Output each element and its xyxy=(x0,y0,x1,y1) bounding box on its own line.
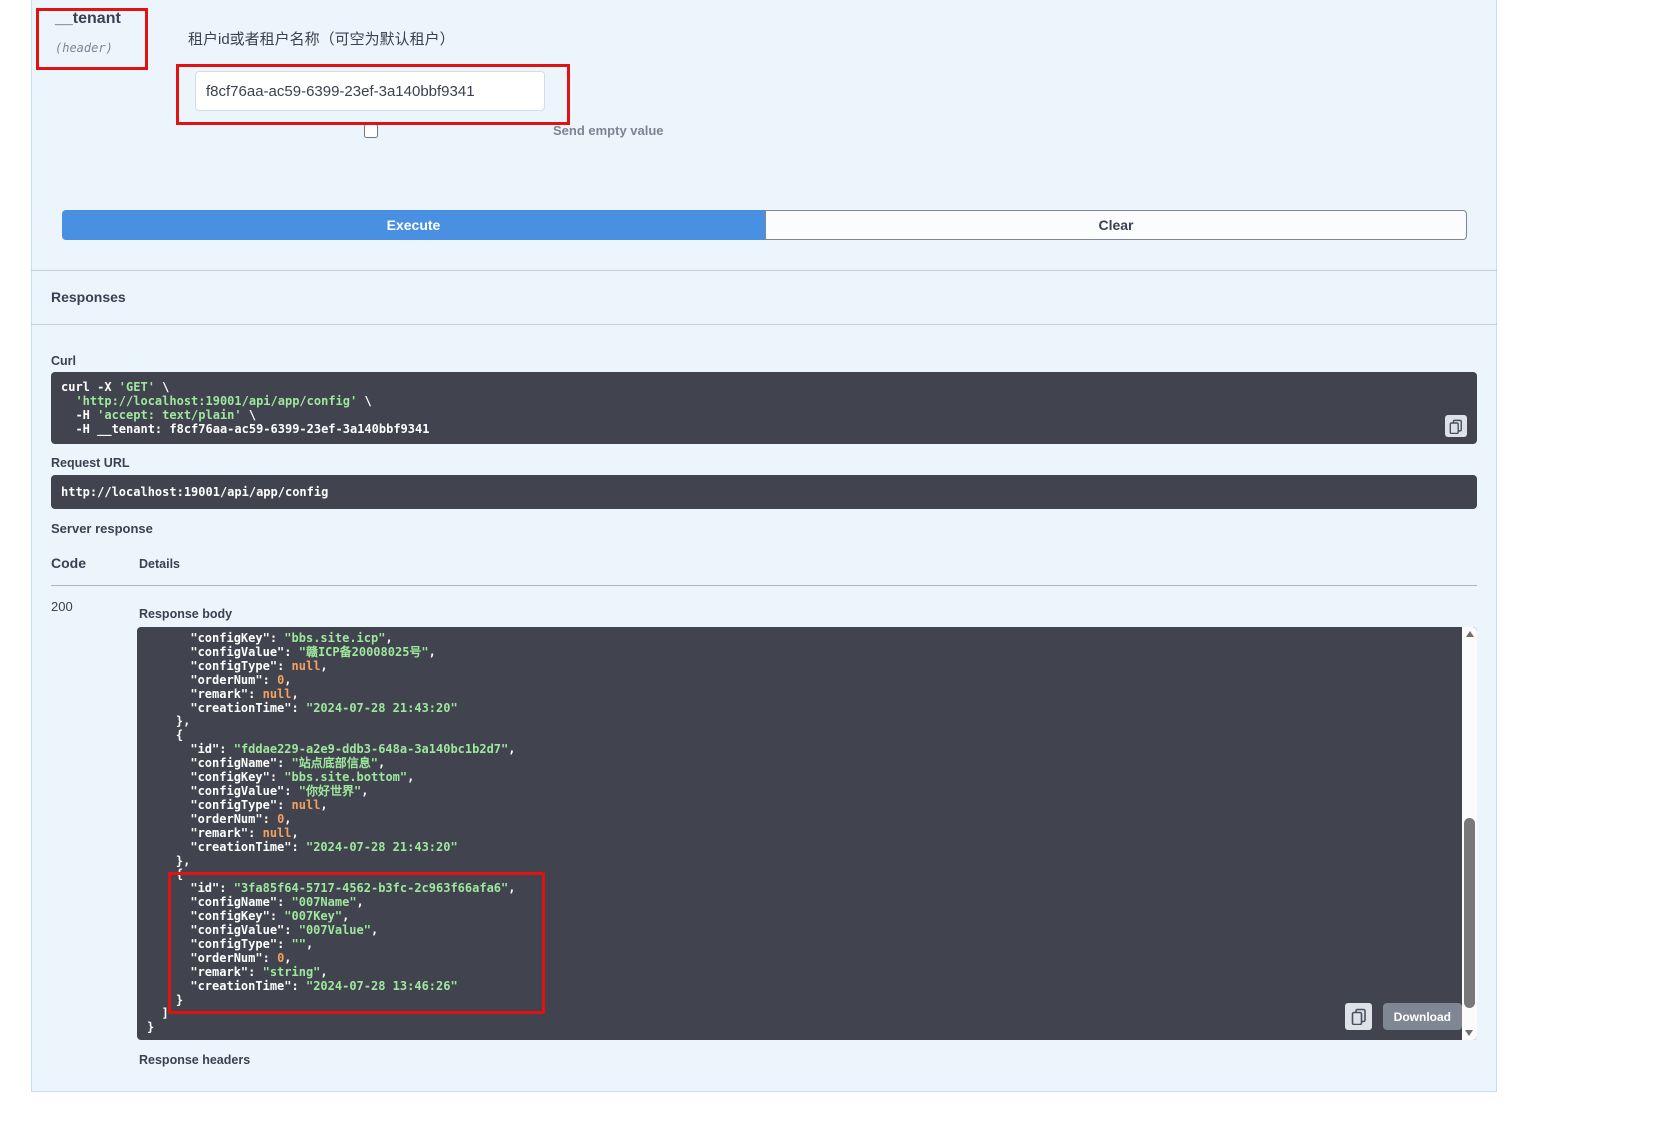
responses-section-title: Responses xyxy=(51,289,126,305)
scrollbar-thumb[interactable] xyxy=(1464,818,1475,1008)
send-empty-value-label: Send empty value xyxy=(553,123,664,138)
request-url-label: Request URL xyxy=(51,456,129,470)
clipboard-icon xyxy=(1351,1008,1367,1025)
response-scrollbar[interactable] xyxy=(1462,627,1477,1040)
code-column-header: Code xyxy=(51,555,86,571)
scrollbar-down-arrow-icon[interactable] xyxy=(1465,1030,1473,1036)
swagger-ui-page: __tenant (header) 租户id或者租户名称（可空为默认租户） Se… xyxy=(0,0,1667,1140)
details-column-header: Details xyxy=(139,557,180,571)
send-empty-value-checkbox[interactable] xyxy=(364,124,378,138)
response-headers-label: Response headers xyxy=(139,1053,250,1067)
curl-label: Curl xyxy=(51,354,76,368)
curl-command-block: curl -X 'GET' \ 'http://localhost:19001/… xyxy=(51,372,1477,444)
clipboard-icon xyxy=(1449,419,1463,434)
responses-header-divider xyxy=(31,324,1497,325)
server-response-label: Server response xyxy=(51,521,153,536)
copy-response-button[interactable] xyxy=(1345,1003,1372,1030)
clear-button[interactable]: Clear xyxy=(765,210,1467,240)
annotation-box-parameter-name xyxy=(36,8,148,70)
annotation-box-tenant-input xyxy=(176,64,570,125)
request-url-block: http://localhost:19001/api/app/config xyxy=(51,475,1477,509)
scrollbar-up-arrow-icon[interactable] xyxy=(1466,631,1474,637)
copy-curl-button[interactable] xyxy=(1445,415,1467,437)
execute-button[interactable]: Execute xyxy=(62,210,765,240)
annotation-box-response-item xyxy=(168,872,545,1014)
parameter-description: 租户id或者租户名称（可空为默认租户） xyxy=(188,28,455,49)
responses-top-divider xyxy=(31,270,1497,271)
response-body-label: Response body xyxy=(139,607,232,621)
status-code: 200 xyxy=(51,599,73,614)
request-url-text: http://localhost:19001/api/app/config xyxy=(51,475,1477,509)
table-header-divider xyxy=(51,585,1477,586)
download-button[interactable]: Download xyxy=(1383,1003,1462,1030)
curl-command-text: curl -X 'GET' \ 'http://localhost:19001/… xyxy=(51,372,1477,444)
